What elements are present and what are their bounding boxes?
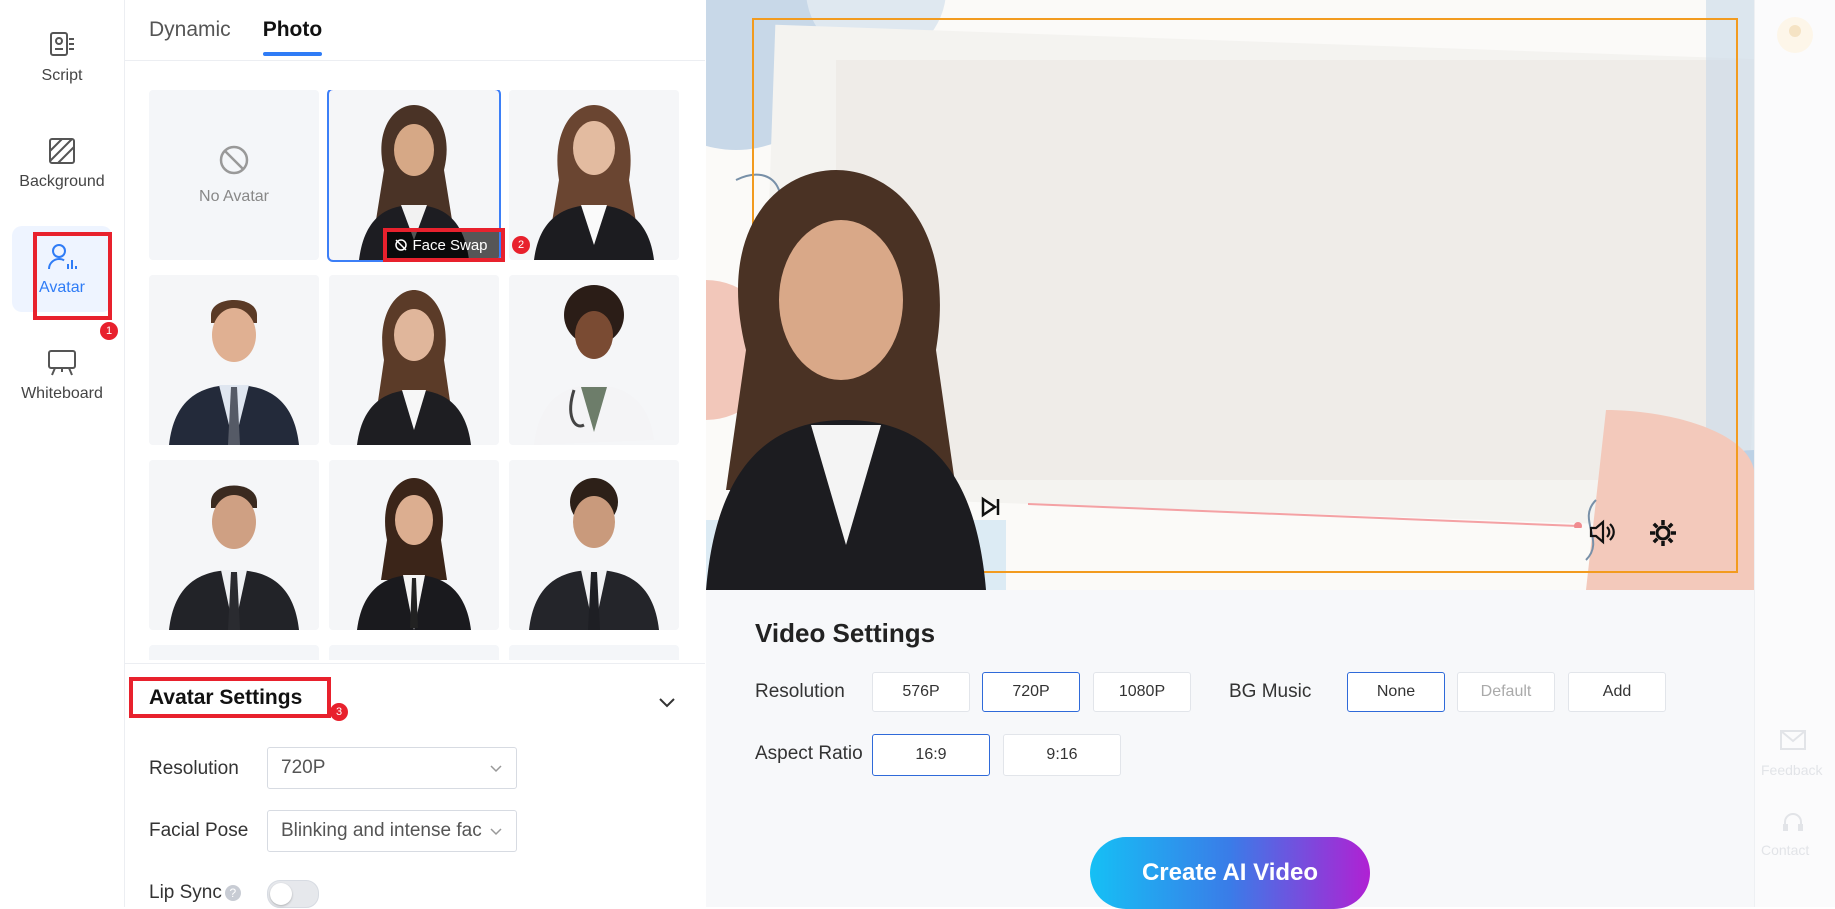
whiteboard-icon (48, 350, 76, 376)
feedback-label[interactable]: Feedback (1761, 762, 1822, 778)
resolution-select[interactable]: 720P (267, 747, 517, 789)
bg-music-none-button[interactable]: None (1347, 672, 1445, 712)
avatar-thumbnail[interactable] (509, 275, 679, 445)
avatar-portrait-woman (329, 275, 499, 445)
resolution-1080p-button[interactable]: 1080P (1093, 672, 1191, 712)
ban-icon (219, 145, 249, 175)
aspect-ratio-label: Aspect Ratio (755, 743, 863, 764)
chevron-down-icon[interactable] (655, 690, 679, 714)
lip-sync-label: Lip Sync? (149, 882, 241, 904)
callout-badge: 2 (512, 236, 530, 254)
avatar-panel: Dynamic Photo No Avatar Face Swap 2 Avat… (125, 0, 705, 908)
volume-icon[interactable] (1588, 518, 1616, 546)
avatar-portrait-doctor (509, 275, 679, 445)
progress-track[interactable] (1028, 488, 1588, 528)
avatar-portrait-woman (509, 90, 679, 260)
lip-sync-text: Lip Sync (149, 882, 222, 903)
no-avatar-label: No Avatar (199, 188, 269, 205)
resolution-576p-button[interactable]: 576P (872, 672, 970, 712)
bg-music-add-button[interactable]: Add (1568, 672, 1666, 712)
sidebar-item-background[interactable]: Background (12, 120, 112, 206)
bg-music-label: BG Music (1229, 681, 1312, 702)
gear-icon[interactable] (1648, 518, 1678, 548)
player-controls (981, 478, 1708, 588)
headset-icon[interactable] (1781, 810, 1805, 834)
sidebar-item-whiteboard[interactable]: Whiteboard (12, 332, 112, 418)
lip-sync-toggle[interactable] (267, 880, 319, 908)
sidebar-item-label: Background (19, 173, 105, 190)
avatar-thumbnail[interactable] (149, 460, 319, 630)
callout-box-2 (383, 228, 505, 262)
avatar-thumbnail[interactable] (509, 460, 679, 630)
callout-badge: 3 (330, 703, 348, 721)
facial-pose-value: Blinking and intense fac (281, 820, 482, 841)
aspect-9-16-button[interactable]: 9:16 (1003, 734, 1121, 776)
resolution-value: 720P (281, 757, 326, 778)
tab-dynamic[interactable]: Dynamic (149, 18, 231, 52)
avatar-thumbnail[interactable] (509, 90, 679, 260)
callout-box-3 (129, 677, 331, 718)
script-icon (50, 32, 74, 56)
chevron-down-icon (490, 765, 502, 773)
avatar-thumbnail[interactable] (329, 460, 499, 630)
avatar-thumbnail[interactable] (149, 645, 319, 660)
avatar-thumbnail[interactable] (329, 645, 499, 660)
avatar-portrait-man (149, 460, 319, 630)
facial-pose-label: Facial Pose (149, 820, 249, 841)
resolution-720p-button[interactable]: 720P (982, 672, 1080, 712)
user-avatar-icon[interactable] (1775, 15, 1815, 55)
avatar-grid: No Avatar Face Swap (149, 90, 679, 660)
avatar-thumbnail[interactable] (329, 275, 499, 445)
no-avatar-option[interactable]: No Avatar (149, 90, 319, 260)
tab-photo[interactable]: Photo (262, 18, 323, 56)
left-sidebar: Script Background Avatar Whiteboard 1 (0, 0, 125, 907)
video-preview (706, 0, 1754, 590)
video-settings-title: Video Settings (755, 618, 936, 648)
sidebar-item-script[interactable]: Script (12, 14, 112, 100)
callout-box-1 (33, 232, 112, 320)
bg-music-default-button[interactable]: Default (1457, 672, 1555, 712)
avatar-preview-portrait (706, 170, 986, 590)
facial-pose-select[interactable]: Blinking and intense fac (267, 810, 517, 852)
mail-icon[interactable] (1780, 730, 1806, 750)
background-icon (49, 138, 75, 164)
avatar-thumbnail[interactable] (509, 645, 679, 660)
contact-label[interactable]: Contact (1761, 842, 1809, 858)
tab-bar: Dynamic Photo (149, 18, 323, 56)
sidebar-item-label: Whiteboard (21, 385, 103, 402)
create-ai-video-button[interactable]: Create AI Video (1090, 837, 1370, 909)
aspect-16-9-button[interactable]: 16:9 (872, 734, 990, 776)
divider (125, 663, 705, 664)
avatar-thumbnail[interactable] (149, 275, 319, 445)
avatar-portrait-man (509, 460, 679, 630)
sidebar-item-label: Script (41, 67, 83, 84)
divider (125, 60, 705, 61)
resolution-label: Resolution (755, 681, 845, 702)
callout-badge: 1 (100, 322, 118, 340)
right-strip: Feedback Contact (1754, 0, 1835, 907)
play-next-icon[interactable] (980, 496, 1002, 518)
video-settings: Video Settings Resolution 576P 720P 1080… (706, 590, 1754, 909)
resolution-label: Resolution (149, 758, 239, 779)
chevron-down-icon (490, 828, 502, 836)
avatar-portrait-man (149, 275, 319, 445)
help-icon[interactable]: ? (224, 884, 241, 901)
avatar-portrait-woman (329, 460, 499, 630)
